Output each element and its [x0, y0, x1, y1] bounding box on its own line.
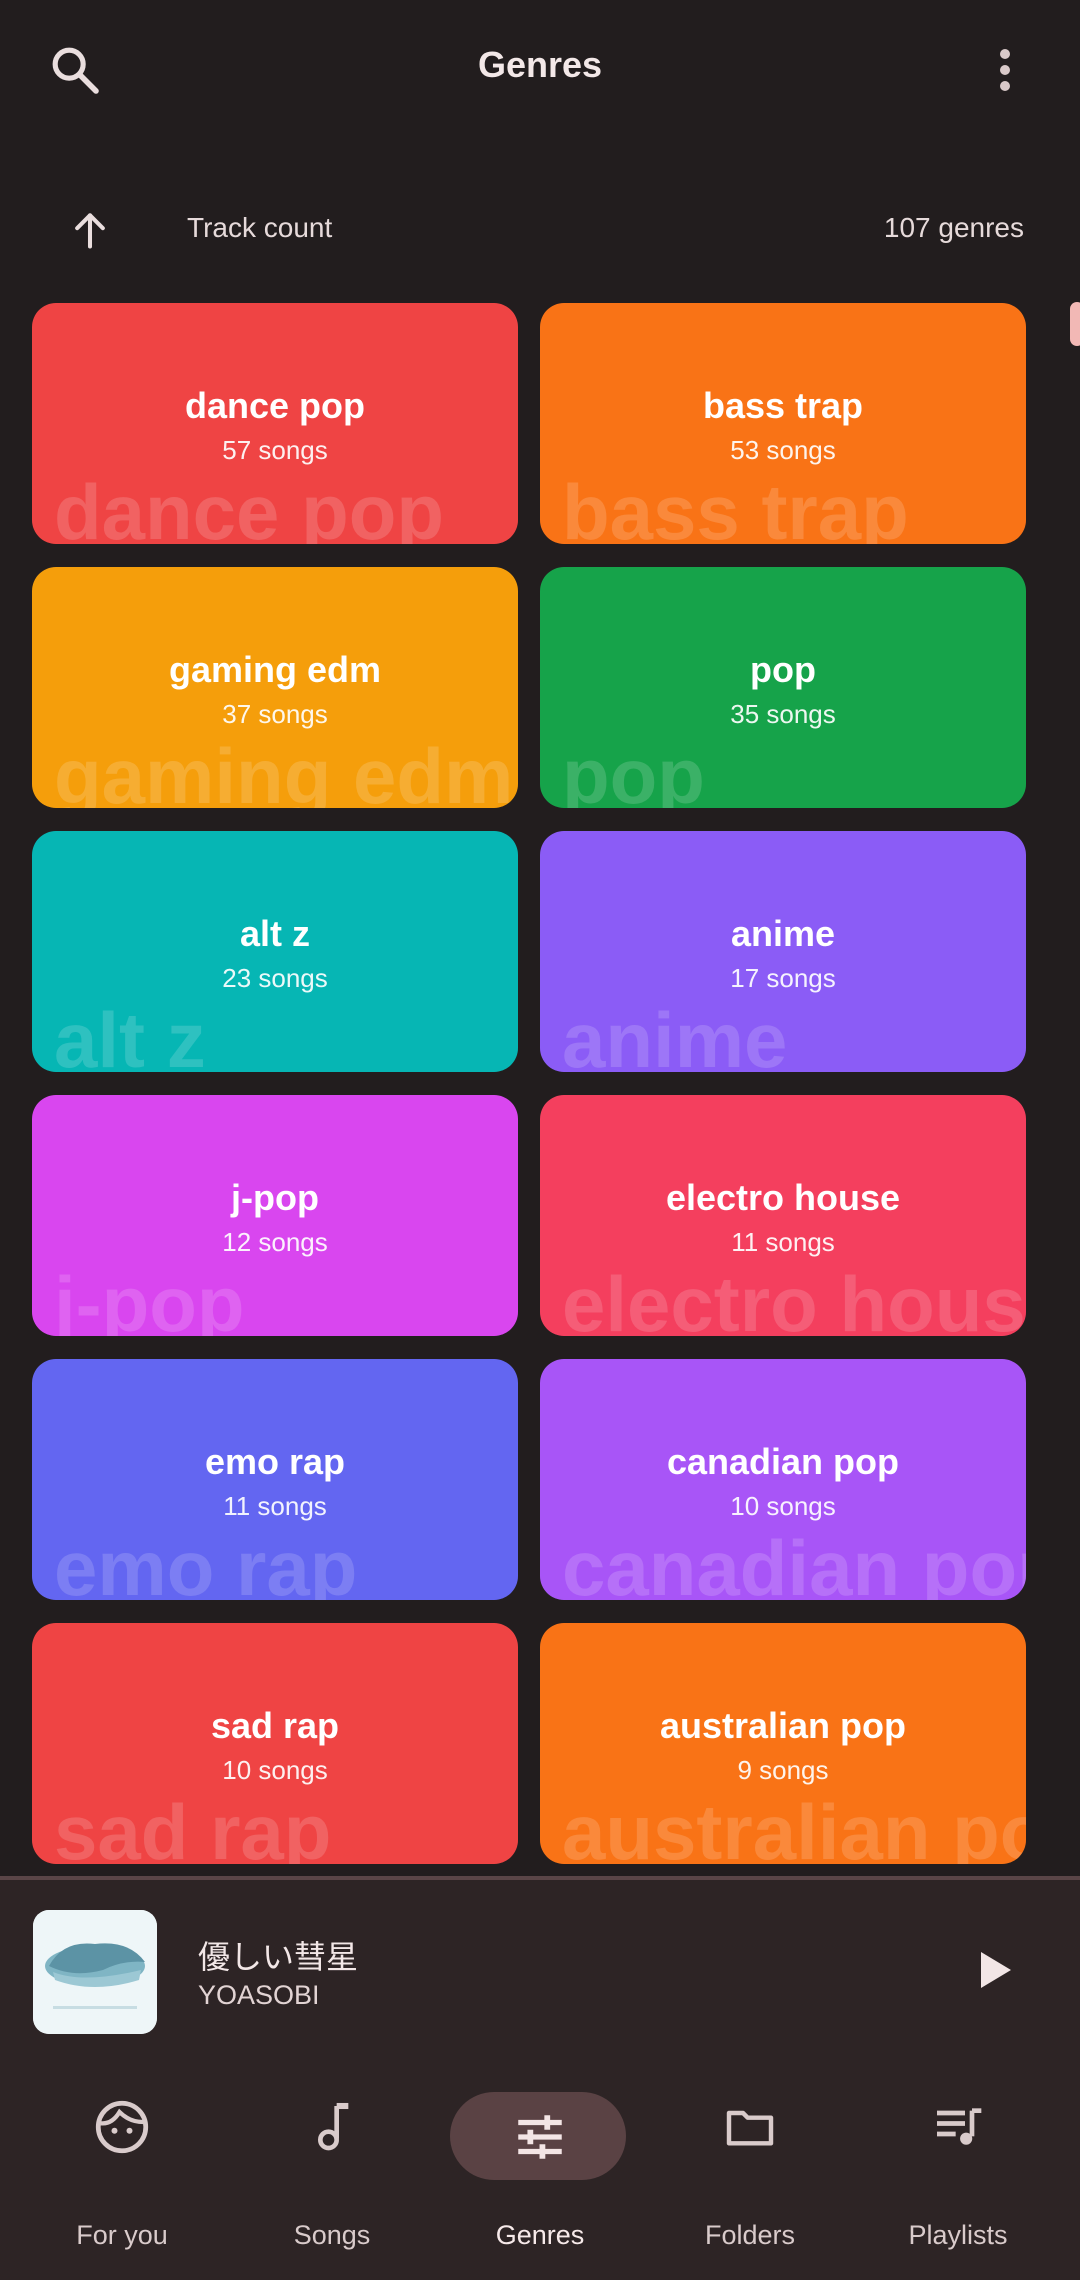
genre-watermark: pop	[562, 732, 705, 808]
genre-song-count: 57 songs	[222, 435, 328, 465]
genre-watermark: canadian pop	[562, 1524, 1026, 1600]
genre-watermark: australian pop	[562, 1788, 1026, 1864]
mini-player[interactable]	[0, 1876, 1080, 2060]
more-options-button[interactable]	[965, 30, 1045, 110]
genre-name: gaming edm	[168, 649, 382, 690]
genre-song-count: 53 songs	[730, 435, 836, 465]
genre-name: dance pop	[184, 385, 366, 426]
nav-item-folders[interactable]: Folders	[642, 2060, 858, 2280]
genre-song-count: 10 songs	[730, 1491, 836, 1521]
genre-card[interactable]: dance pop dance pop 57 songs	[32, 303, 518, 544]
sort-bar: Track count 107 genres	[0, 190, 1080, 270]
bottom-navigation: For you Songs Genres Folders Playlists	[0, 2060, 1080, 2280]
nav-label: Songs	[293, 2220, 371, 2250]
track-title[interactable]: 優しい彗星	[198, 1932, 358, 1978]
genre-watermark: alt z	[54, 996, 206, 1072]
album-art-image	[33, 1910, 157, 2034]
sort-mode-label[interactable]: Track count	[187, 212, 332, 244]
album-art	[33, 1910, 157, 2034]
genre-watermark: electro house	[562, 1260, 1026, 1336]
genre-song-count: 37 songs	[222, 699, 328, 729]
genre-song-count: 35 songs	[730, 699, 836, 729]
face-icon	[95, 2100, 149, 2154]
page-title: Genres	[477, 44, 603, 85]
play-icon	[981, 1952, 1011, 1988]
genre-card[interactable]: canadian pop canadian pop 10 songs	[540, 1359, 1026, 1600]
genre-count: 107 genres	[883, 212, 1024, 243]
genre-name: alt z	[239, 913, 310, 954]
music-note-icon	[318, 2102, 349, 2151]
genre-card[interactable]: emo rap emo rap 11 songs	[32, 1359, 518, 1600]
playlist-icon	[937, 2108, 982, 2145]
genre-name: canadian pop	[666, 1441, 900, 1482]
nav-item-genres[interactable]: Genres	[432, 2060, 648, 2280]
genre-name: sad rap	[210, 1705, 340, 1746]
genre-song-count: 11 songs	[731, 1227, 835, 1257]
genre-name: australian pop	[659, 1705, 907, 1746]
genre-song-count: 10 songs	[222, 1755, 328, 1785]
genre-card[interactable]: australian pop australian pop 9 songs	[540, 1623, 1026, 1864]
nav-label: Playlists	[908, 2220, 1008, 2250]
genre-watermark: sad rap	[54, 1788, 332, 1864]
genre-song-count: 11 songs	[223, 1491, 327, 1521]
track-artist[interactable]: YOASOBI	[198, 1980, 320, 2011]
playback-progress-bar[interactable]	[0, 1876, 1080, 1880]
genre-watermark: j-pop	[54, 1260, 245, 1336]
genre-watermark: dance pop	[54, 468, 445, 544]
genre-name: emo rap	[204, 1441, 346, 1482]
genre-card[interactable]: alt z alt z 23 songs	[32, 831, 518, 1072]
genre-name: j-pop	[231, 1177, 319, 1218]
genre-card[interactable]: j-pop j-pop 12 songs	[32, 1095, 518, 1336]
top-app-bar: Genres	[0, 0, 1080, 140]
genre-song-count: 9 songs	[737, 1755, 829, 1785]
nav-label: Folders	[704, 2220, 796, 2250]
genre-card[interactable]: gaming edm gaming edm 37 songs	[32, 567, 518, 808]
genre-name: bass trap	[702, 385, 864, 426]
folder-icon	[726, 2110, 774, 2146]
nav-item-for-you[interactable]: For you	[14, 2060, 230, 2280]
arrow-up-icon	[75, 213, 105, 249]
tune-icon	[518, 2115, 562, 2159]
genre-card[interactable]: anime anime 17 songs	[540, 831, 1026, 1072]
genre-card[interactable]: sad rap sad rap 10 songs	[32, 1623, 518, 1864]
nav-item-playlists[interactable]: Playlists	[850, 2060, 1066, 2280]
nav-item-songs[interactable]: Songs	[224, 2060, 440, 2280]
genre-name: electro house	[665, 1177, 901, 1218]
nav-label: For you	[76, 2220, 168, 2250]
sort-direction-button[interactable]	[50, 190, 130, 270]
genre-song-count: 17 songs	[730, 963, 836, 993]
play-button[interactable]	[960, 1930, 1030, 2010]
genre-song-count: 12 songs	[222, 1227, 328, 1257]
scrollbar-thumb[interactable]	[1070, 302, 1080, 346]
genre-card[interactable]: bass trap bass trap 53 songs	[540, 303, 1026, 544]
genre-name: anime	[730, 913, 836, 954]
genre-card[interactable]: electro house electro house 11 songs	[540, 1095, 1026, 1336]
more-vert-icon	[1000, 49, 1010, 91]
genre-watermark: emo rap	[54, 1524, 358, 1600]
genre-watermark: bass trap	[562, 468, 909, 544]
genre-name: pop	[750, 649, 816, 690]
genre-card[interactable]: pop pop 35 songs	[540, 567, 1026, 808]
genre-watermark: anime	[562, 996, 788, 1072]
nav-label: Genres	[495, 2220, 585, 2250]
genre-song-count: 23 songs	[222, 963, 328, 993]
genre-watermark: gaming edm	[54, 732, 514, 808]
